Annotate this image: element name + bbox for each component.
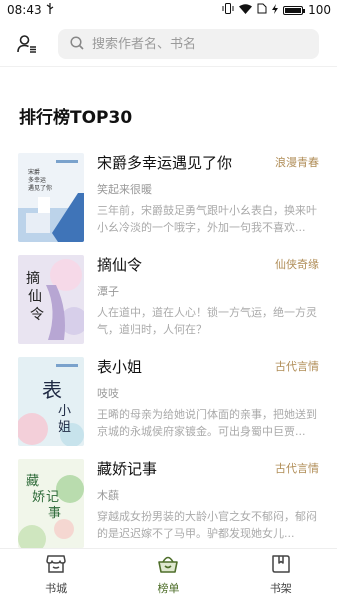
cover-2-text-3: 令	[30, 307, 44, 323]
battery-icon	[283, 5, 306, 15]
nav-label-bookshelf: 书架	[269, 581, 292, 595]
bookshelf-icon	[270, 554, 292, 577]
ranking-list: 宋爵 多幸运 遇见了你 宋爵多幸运遇见了你 浪漫青春 笑起来很暖 三年前，宋爵鼓…	[0, 150, 337, 558]
book-title[interactable]: 表小姐	[97, 356, 142, 377]
user-profile-icon[interactable]	[16, 33, 38, 55]
no-sim-icon	[257, 3, 267, 17]
book-description: 穿越成女扮男装的大龄小官之女不郁闷，郁闷的是迟迟嫁不了马甲。驴都发现她女儿...	[97, 510, 317, 540]
book-description: 王晞的母亲为给她说门体面的亲事，把她送到京城的永城侯府家镀金。可出身蜀中巨贾..…	[97, 408, 317, 438]
page-title: 排行榜TOP30	[19, 108, 133, 128]
book-cover-2[interactable]: 摘 仙 令	[18, 255, 84, 344]
book-category-tag: 仙侠奇缘	[275, 258, 319, 271]
book-item-3[interactable]: 表 小 姐 表小姐 古代言情 吱吱 王晞的母亲为给她说门体面的亲事，把她送到京城…	[0, 354, 337, 456]
cover-3-text-1: 表	[42, 378, 62, 402]
book-item-1[interactable]: 宋爵 多幸运 遇见了你 宋爵多幸运遇见了你 浪漫青春 笑起来很暖 三年前，宋爵鼓…	[0, 150, 337, 252]
search-input[interactable]	[92, 36, 302, 52]
cover-1-text-2: 多幸运	[28, 176, 46, 184]
top-bar	[0, 24, 337, 64]
cover-4-text-1: 藏	[26, 474, 39, 489]
cover-3-text-2: 小	[58, 404, 71, 419]
bottom-nav: 书城 榜单 书架	[0, 548, 337, 600]
book-cover-1[interactable]: 宋爵 多幸运 遇见了你	[18, 153, 84, 242]
ranking-basket-icon	[157, 554, 179, 577]
cover-1-text-3: 遇见了你	[28, 184, 52, 192]
book-author: 潭子	[97, 285, 119, 298]
book-category-tag: 浪漫青春	[275, 156, 319, 169]
book-description: 三年前，宋爵鼓足勇气跟叶小幺表白，换来叶小幺冷淡的一个哦字，外加一句我不喜欢..…	[97, 204, 317, 234]
book-title[interactable]: 摘仙令	[97, 254, 142, 275]
search-bar[interactable]	[58, 29, 319, 59]
nav-label-store: 书城	[45, 581, 68, 595]
book-author: 木蕻	[97, 489, 119, 502]
cover-4-text-2: 娇	[32, 490, 45, 505]
book-cover-4[interactable]: 藏 娇 记 事	[18, 459, 84, 548]
search-icon	[70, 35, 84, 54]
nav-item-store[interactable]: 书城	[0, 549, 112, 600]
nav-item-ranking[interactable]: 榜单	[112, 549, 224, 600]
status-time: 08:43	[7, 3, 42, 17]
cover-1-text-1: 宋爵	[28, 168, 40, 176]
cover-2-text-1: 摘	[26, 270, 40, 287]
nav-item-bookshelf[interactable]: 书架	[225, 549, 337, 600]
charging-icon	[272, 3, 279, 17]
header-divider	[0, 66, 337, 67]
cover-3-text-3: 姐	[58, 420, 71, 435]
status-bar: 08:43 100	[0, 0, 337, 20]
vibrate-icon	[222, 3, 234, 17]
book-category-tag: 古代言情	[275, 462, 319, 475]
battery-percent: 100	[308, 3, 331, 17]
book-author: 笑起来很暖	[97, 183, 152, 196]
usb-icon	[46, 3, 54, 17]
book-title[interactable]: 宋爵多幸运遇见了你	[97, 152, 232, 173]
book-item-4[interactable]: 藏 娇 记 事 藏娇记事 古代言情 木蕻 穿越成女扮男装的大龄小官之女不郁闷，郁…	[0, 456, 337, 558]
book-description: 人在道中，道在人心！锁一方气运，绝一方灵气，道归时，人何在？	[97, 306, 317, 336]
cover-2-text-2: 仙	[28, 289, 42, 305]
book-author: 吱吱	[97, 387, 119, 400]
store-icon	[45, 554, 67, 577]
book-cover-3[interactable]: 表 小 姐	[18, 357, 84, 446]
book-title[interactable]: 藏娇记事	[97, 458, 157, 479]
book-category-tag: 古代言情	[275, 360, 319, 373]
nav-label-ranking: 榜单	[157, 581, 180, 595]
cover-4-text-3: 记	[46, 490, 59, 505]
cover-4-text-4: 事	[48, 506, 61, 521]
book-item-2[interactable]: 摘 仙 令 摘仙令 仙侠奇缘 潭子 人在道中，道在人心！锁一方气运，绝一方灵气，…	[0, 252, 337, 354]
wifi-icon	[239, 3, 253, 17]
